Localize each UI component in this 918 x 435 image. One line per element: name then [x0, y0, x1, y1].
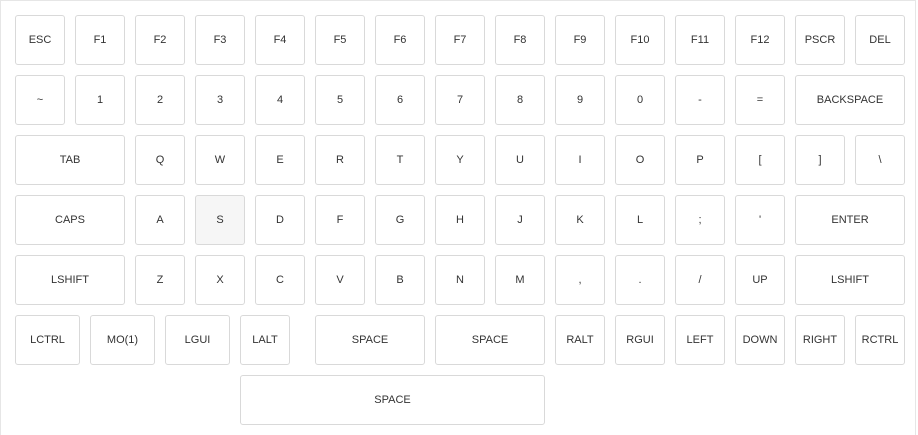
key-f12[interactable]: F12	[735, 15, 785, 65]
key-right[interactable]: RIGHT	[795, 315, 845, 365]
key-comma[interactable]: ,	[555, 255, 605, 305]
key-del[interactable]: DEL	[855, 15, 905, 65]
key-tilde[interactable]: ~	[15, 75, 65, 125]
key-s[interactable]: S	[195, 195, 245, 245]
key-o[interactable]: O	[615, 135, 665, 185]
key-slash[interactable]: /	[675, 255, 725, 305]
key-mo-1[interactable]: MO(1)	[90, 315, 155, 365]
key-f4[interactable]: F4	[255, 15, 305, 65]
key-9[interactable]: 9	[555, 75, 605, 125]
key-f9[interactable]: F9	[555, 15, 605, 65]
key-0[interactable]: 0	[615, 75, 665, 125]
key-esc[interactable]: ESC	[15, 15, 65, 65]
key-rgui[interactable]: RGUI	[615, 315, 665, 365]
key-c[interactable]: C	[255, 255, 305, 305]
key-rctrl[interactable]: RCTRL	[855, 315, 905, 365]
key-v[interactable]: V	[315, 255, 365, 305]
key-left[interactable]: LEFT	[675, 315, 725, 365]
key-lgui[interactable]: LGUI	[165, 315, 230, 365]
key-caps[interactable]: CAPS	[15, 195, 125, 245]
key-f7[interactable]: F7	[435, 15, 485, 65]
key-r[interactable]: R	[315, 135, 365, 185]
key-6[interactable]: 6	[375, 75, 425, 125]
key-space[interactable]: SPACE	[240, 375, 545, 425]
key-lalt[interactable]: LALT	[240, 315, 290, 365]
key-backspace[interactable]: BACKSPACE	[795, 75, 905, 125]
key-t[interactable]: T	[375, 135, 425, 185]
key-i[interactable]: I	[555, 135, 605, 185]
key-4[interactable]: 4	[255, 75, 305, 125]
key-g[interactable]: G	[375, 195, 425, 245]
key-a[interactable]: A	[135, 195, 185, 245]
key-tab[interactable]: TAB	[15, 135, 125, 185]
key-equals[interactable]: =	[735, 75, 785, 125]
key-n[interactable]: N	[435, 255, 485, 305]
key-x[interactable]: X	[195, 255, 245, 305]
key-quote[interactable]: '	[735, 195, 785, 245]
key-2[interactable]: 2	[135, 75, 185, 125]
key-b[interactable]: B	[375, 255, 425, 305]
key-5[interactable]: 5	[315, 75, 365, 125]
key-left-bracket[interactable]: [	[735, 135, 785, 185]
key-u[interactable]: U	[495, 135, 545, 185]
key-j[interactable]: J	[495, 195, 545, 245]
key-8[interactable]: 8	[495, 75, 545, 125]
key-w[interactable]: W	[195, 135, 245, 185]
key-enter[interactable]: ENTER	[795, 195, 905, 245]
key-3[interactable]: 3	[195, 75, 245, 125]
key-f11[interactable]: F11	[675, 15, 725, 65]
key-period[interactable]: .	[615, 255, 665, 305]
key-q[interactable]: Q	[135, 135, 185, 185]
key-lctrl[interactable]: LCTRL	[15, 315, 80, 365]
key-f10[interactable]: F10	[615, 15, 665, 65]
key-f1[interactable]: F1	[75, 15, 125, 65]
key-down[interactable]: DOWN	[735, 315, 785, 365]
key-space[interactable]: SPACE	[315, 315, 425, 365]
key-p[interactable]: P	[675, 135, 725, 185]
keyboard-panel: ESC F1 F2 F3 F4 F5 F6 F7 F8 F9 F10 F11 F12 PSCR DEL ~1 2…	[0, 0, 916, 435]
key-f8[interactable]: F8	[495, 15, 545, 65]
key-lshift[interactable]: LSHIFT	[795, 255, 905, 305]
key-f5[interactable]: F5	[315, 15, 365, 65]
key-y[interactable]: Y	[435, 135, 485, 185]
key-ralt[interactable]: RALT	[555, 315, 605, 365]
key-m[interactable]: M	[495, 255, 545, 305]
key-z[interactable]: Z	[135, 255, 185, 305]
key-k[interactable]: K	[555, 195, 605, 245]
key-space[interactable]: SPACE	[435, 315, 545, 365]
key-pscr[interactable]: PSCR	[795, 15, 845, 65]
key-lshift[interactable]: LSHIFT	[15, 255, 125, 305]
key-7[interactable]: 7	[435, 75, 485, 125]
key-d[interactable]: D	[255, 195, 305, 245]
key-e[interactable]: E	[255, 135, 305, 185]
key-f[interactable]: F	[315, 195, 365, 245]
key-semicolon[interactable]: ;	[675, 195, 725, 245]
key-up[interactable]: UP	[735, 255, 785, 305]
key-f6[interactable]: F6	[375, 15, 425, 65]
key-1[interactable]: 1	[75, 75, 125, 125]
key-h[interactable]: H	[435, 195, 485, 245]
key-minus[interactable]: -	[675, 75, 725, 125]
key-f2[interactable]: F2	[135, 15, 185, 65]
key-backslash[interactable]: \	[855, 135, 905, 185]
key-f3[interactable]: F3	[195, 15, 245, 65]
key-right-bracket[interactable]: ]	[795, 135, 845, 185]
key-l[interactable]: L	[615, 195, 665, 245]
